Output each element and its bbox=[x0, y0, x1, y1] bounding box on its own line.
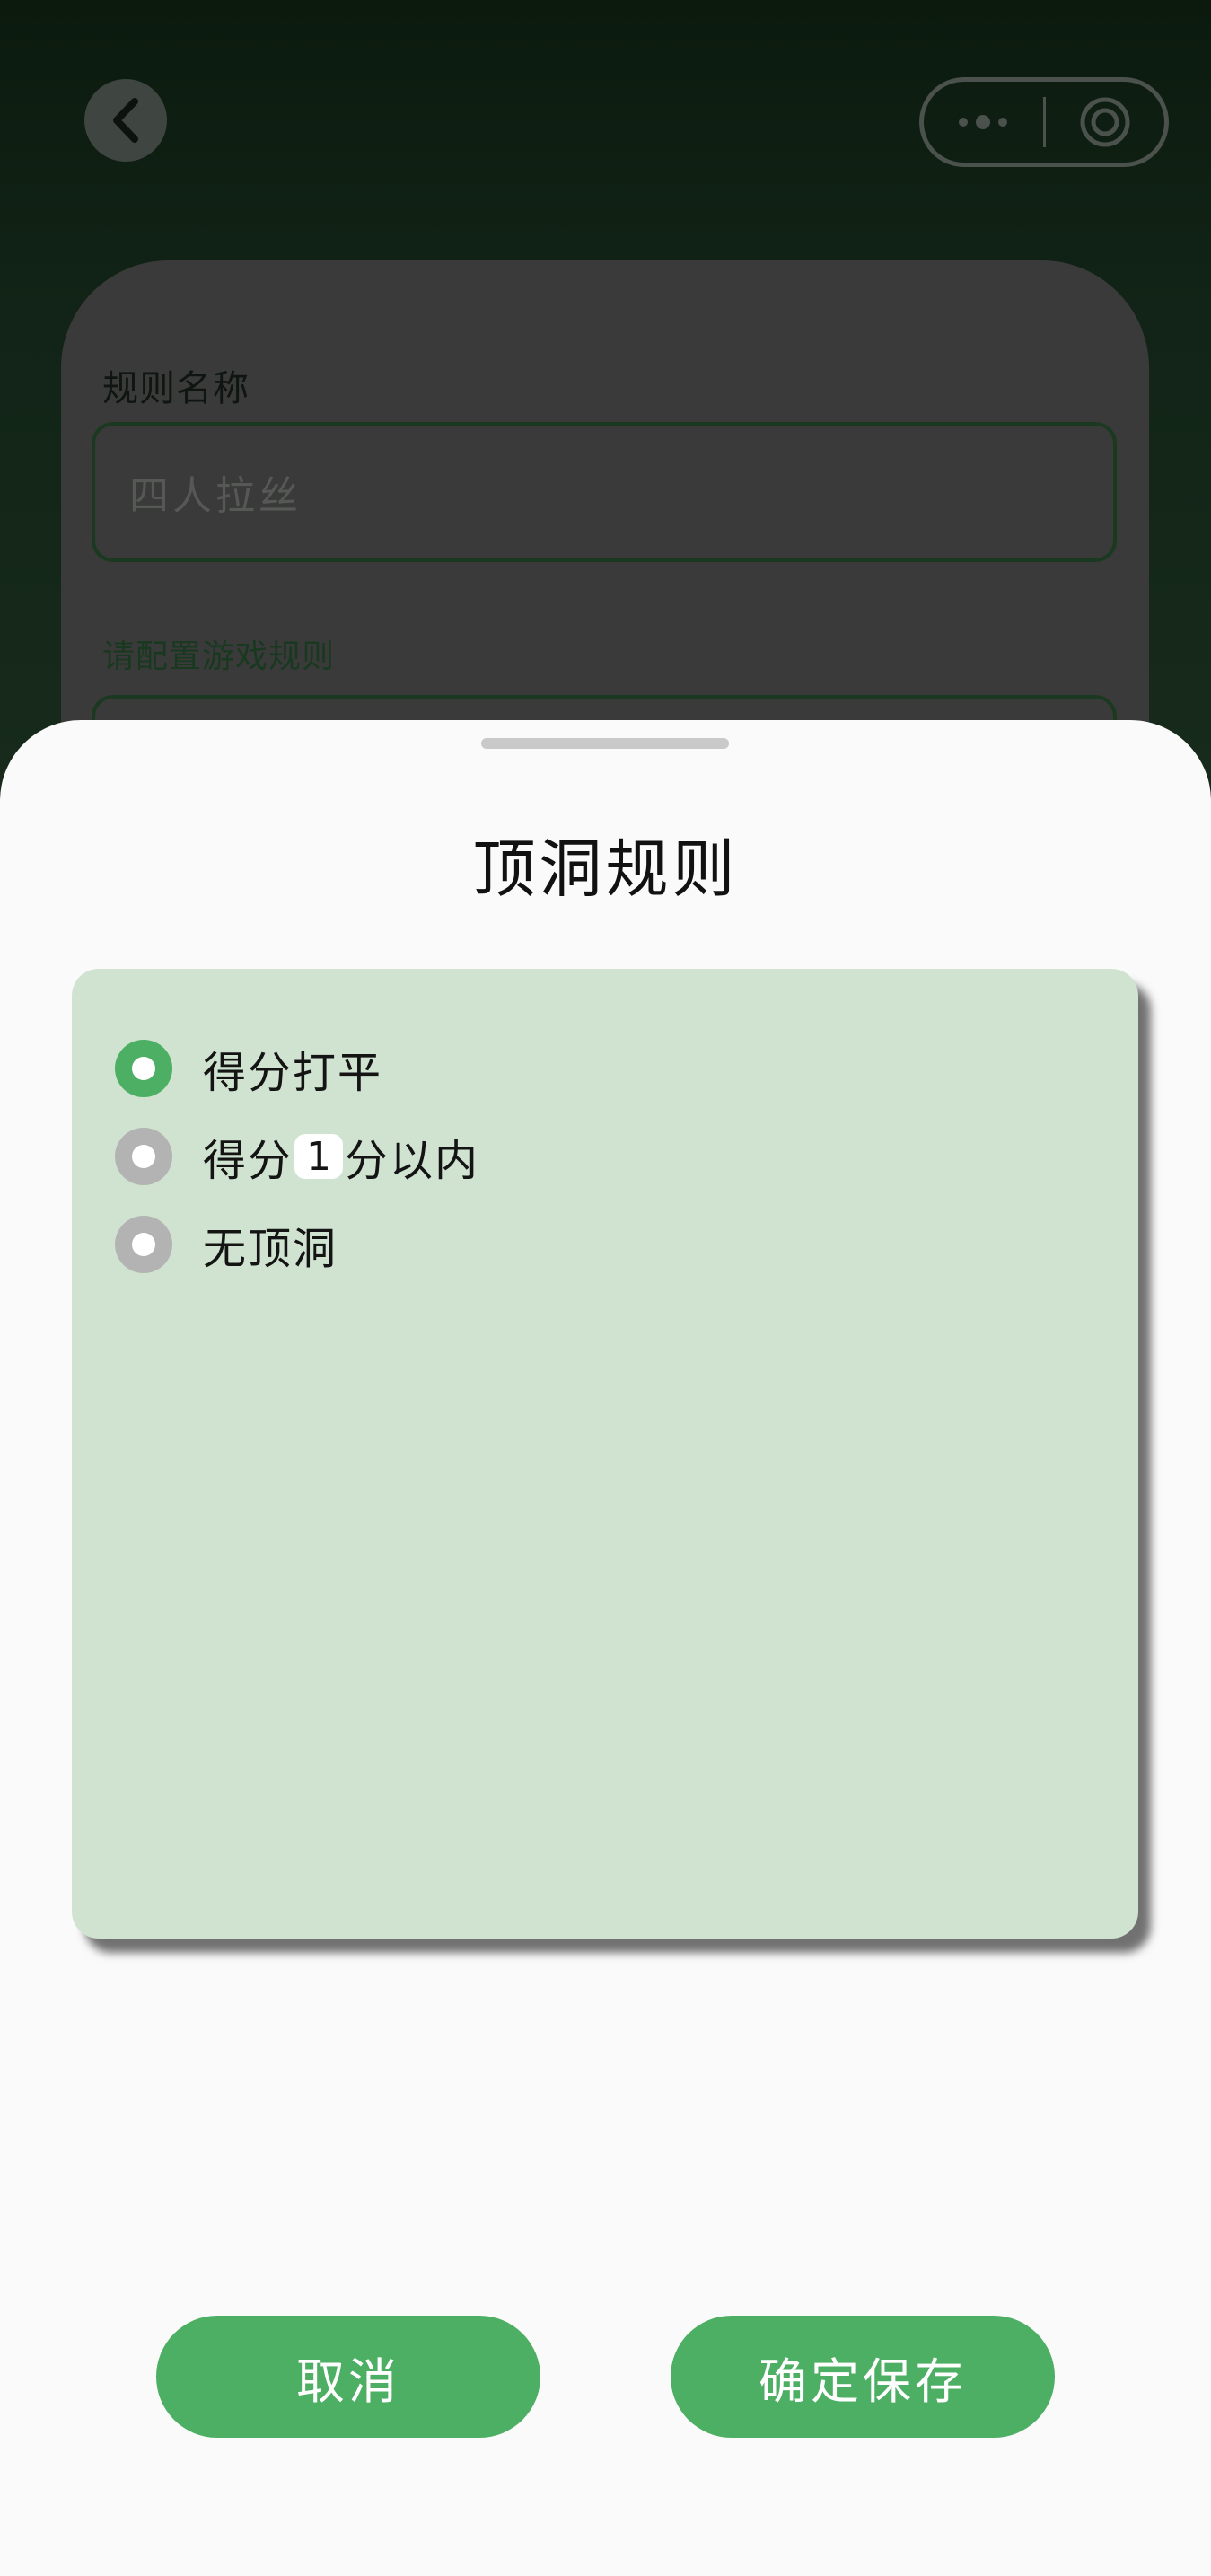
target-circle-icon bbox=[1080, 97, 1130, 147]
radio-unselected-icon[interactable] bbox=[115, 1128, 172, 1185]
config-rules-label: 请配置游戏规则 bbox=[102, 638, 336, 675]
close-miniprogram-button[interactable] bbox=[1046, 82, 1165, 163]
radio-unselected-icon[interactable] bbox=[115, 1216, 172, 1273]
mini-program-capsule bbox=[919, 77, 1169, 167]
chevron-left-icon bbox=[113, 98, 138, 143]
sheet-drag-handle[interactable] bbox=[481, 738, 729, 749]
cancel-button[interactable]: 取消 bbox=[156, 2316, 540, 2438]
points-value-input[interactable]: 1 bbox=[294, 1134, 344, 1180]
option-label: 无顶洞 bbox=[203, 1224, 338, 1274]
options-panel: 得分打平 得分 1 分以内 无顶洞 bbox=[72, 969, 1138, 1939]
more-dots-icon bbox=[959, 115, 1008, 129]
radio-selected-icon[interactable] bbox=[115, 1040, 172, 1097]
option-label: 得分打平 bbox=[203, 1048, 383, 1098]
confirm-save-button[interactable]: 确定保存 bbox=[671, 2316, 1055, 2438]
option-label-prefix: 得分 bbox=[203, 1136, 294, 1186]
option-label-group: 得分 1 分以内 bbox=[203, 1125, 479, 1188]
back-button[interactable] bbox=[84, 79, 167, 162]
option-no-top-hole[interactable]: 无顶洞 bbox=[115, 1215, 338, 1274]
option-tie-score[interactable]: 得分打平 bbox=[115, 1039, 382, 1098]
more-button[interactable] bbox=[924, 82, 1043, 163]
option-label-suffix: 分以内 bbox=[345, 1136, 480, 1186]
rule-name-label: 规则名称 bbox=[102, 368, 250, 409]
rule-bottom-sheet: 顶洞规则 得分打平 得分 1 分以内 无顶洞 取消 确定保存 bbox=[0, 720, 1211, 2576]
option-within-points[interactable]: 得分 1 分以内 bbox=[115, 1127, 479, 1186]
sheet-title: 顶洞规则 bbox=[472, 832, 739, 906]
rule-name-input[interactable]: 四人拉丝 bbox=[92, 422, 1117, 562]
